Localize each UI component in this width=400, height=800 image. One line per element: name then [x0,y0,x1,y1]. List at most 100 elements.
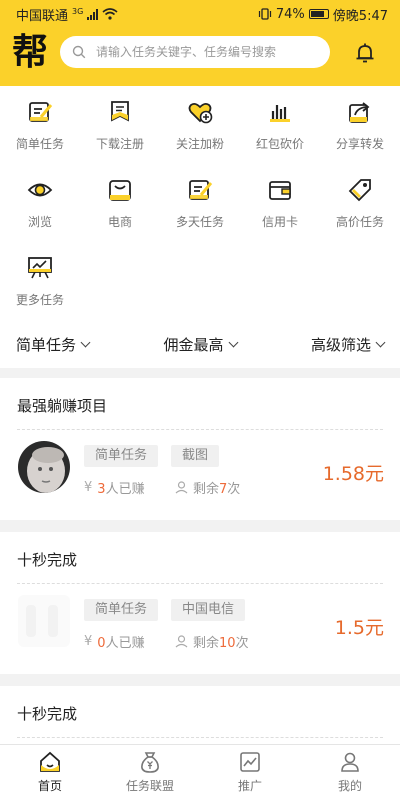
category-share[interactable]: 分享转发 [320,92,400,162]
money-bag-icon [141,752,159,773]
task-card[interactable]: 简单任务 中国电信 ¥ 0人已赚 剩余10次 1.5元 [0,584,400,674]
category-label: 浏览 [27,215,52,229]
app-logo: 帮 [12,32,49,73]
heart-plus-icon [188,102,213,124]
filter-advanced-dropdown[interactable]: 高级筛选 [310,334,386,355]
category-high-price[interactable]: 高价任务 [320,170,400,240]
task-section: 最强躺赚项目 简单任务 截图 ¥ 3人已赚 剩余7次 1.58元 [0,378,400,520]
chevron-down-icon [80,337,91,347]
user-icon [341,752,359,772]
category-grid: 简单任务 下载注册 关注加粉 红包砍价 分享转发 浏览 电商 多天任务 信用卡 … [0,86,400,320]
section-title: 十秒完成 [17,705,78,723]
earned-stat: ¥ 3人已赚 [84,480,145,497]
chevron-down-icon [375,337,386,347]
category-label: 分享转发 [335,137,384,151]
signal-icon [87,8,99,20]
remaining-count: 10 [219,636,236,651]
section-title: 最强躺赚项目 [17,397,108,415]
category-ecommerce[interactable]: 电商 [80,170,160,240]
filter-label: 佣金最高 [163,335,224,354]
shopping-bag-icon [109,180,131,201]
bell-icon [356,43,374,63]
earned-stat: ¥ 0人已赚 [84,634,145,651]
filter-bar: 简单任务 佣金最高 高级筛选 [0,320,400,368]
category-multi-day[interactable]: 多天任务 [160,170,240,240]
category-label: 更多任务 [15,293,64,307]
bar-chart-icon [270,105,290,122]
category-download-register[interactable]: 下载注册 [80,92,160,162]
notification-bell-button[interactable] [350,38,380,68]
category-credit-card[interactable]: 信用卡 [240,170,320,240]
task-price: 1.58元 [322,463,384,485]
task-tag: 中国电信 [171,599,246,621]
tab-label: 任务联盟 [125,779,174,793]
filter-label: 简单任务 [16,335,77,354]
eye-icon [27,183,53,197]
search-input[interactable] [96,45,316,59]
task-card[interactable]: 简单任务 截图 ¥ 3人已赚 剩余7次 1.58元 [0,430,400,520]
presentation-icon [28,257,52,279]
filter-sort-dropdown[interactable]: 佣金最高 [163,334,238,355]
tab-label: 推广 [237,779,262,793]
wifi-icon [102,8,118,20]
wallet-icon [269,181,291,200]
user-icon [175,481,188,494]
task-thumbnail [18,595,70,647]
filter-label: 高级筛选 [310,335,371,354]
search-icon [72,45,86,59]
category-simple-task[interactable]: 简单任务 [0,92,80,162]
yen-icon: ¥ [84,480,93,495]
category-browse[interactable]: 浏览 [0,170,80,240]
remaining-stat: 剩余7次 [175,478,240,497]
task-price: 1.5元 [334,617,384,639]
category-follow[interactable]: 关注加粉 [160,92,240,162]
carrier-label: 中国联通 [16,8,69,24]
home-icon [40,751,60,772]
earned-count: 0 [97,636,106,651]
remaining-stat: 剩余10次 [175,632,249,651]
earned-count: 3 [97,482,106,497]
category-label: 信用卡 [261,215,298,229]
chevron-down-icon [228,337,238,347]
tab-task-alliance[interactable]: 任务联盟 [100,745,200,800]
price-tag-icon [348,179,371,202]
tab-label: 首页 [37,779,62,793]
category-label: 关注加粉 [175,137,224,151]
category-label: 下载注册 [95,137,144,151]
divider [17,737,383,738]
vibrate-icon [258,8,271,20]
clock: 傍晚5:47 [332,8,388,24]
filter-task-type-dropdown[interactable]: 简单任务 [16,334,91,355]
app-header: 中国联通 3G 74% 傍晚5:47 帮 [0,0,400,86]
bottom-tab-bar: 首页 任务联盟 推广 我的 [0,744,400,800]
task-tag: 简单任务 [84,445,159,467]
checklist-icon [29,102,53,122]
category-redpacket-bargain[interactable]: 红包砍价 [240,92,320,162]
trend-chart-icon [240,752,260,772]
tab-mine[interactable]: 我的 [300,745,400,800]
category-more[interactable]: 更多任务 [0,248,80,318]
battery-percent: 74% [275,6,305,22]
category-label: 电商 [107,215,132,229]
task-section: 十秒完成 简单任务 中国电信 ¥ 0人已赚 剩余10次 1.5元 [0,532,400,674]
task-tag: 简单任务 [84,599,159,621]
checklist-icon [189,180,213,200]
section-title: 十秒完成 [17,551,78,569]
category-label: 红包砍价 [255,137,304,151]
tab-promotion[interactable]: 推广 [200,745,300,800]
avatar [18,441,70,493]
share-icon [349,102,370,123]
yen-icon: ¥ [84,634,93,649]
user-icon [175,635,188,648]
bookmark-icon [111,101,129,122]
tab-home[interactable]: 首页 [0,745,100,800]
search-bar[interactable] [60,36,330,68]
status-bar: 中国联通 3G 74% 傍晚5:47 [0,0,400,28]
category-label: 多天任务 [175,215,224,229]
battery-icon [308,9,329,19]
category-label: 简单任务 [15,137,64,151]
tab-label: 我的 [337,779,362,793]
task-section: 十秒完成 [0,686,400,744]
category-label: 高价任务 [335,215,384,229]
network-type: 3G [72,6,84,16]
